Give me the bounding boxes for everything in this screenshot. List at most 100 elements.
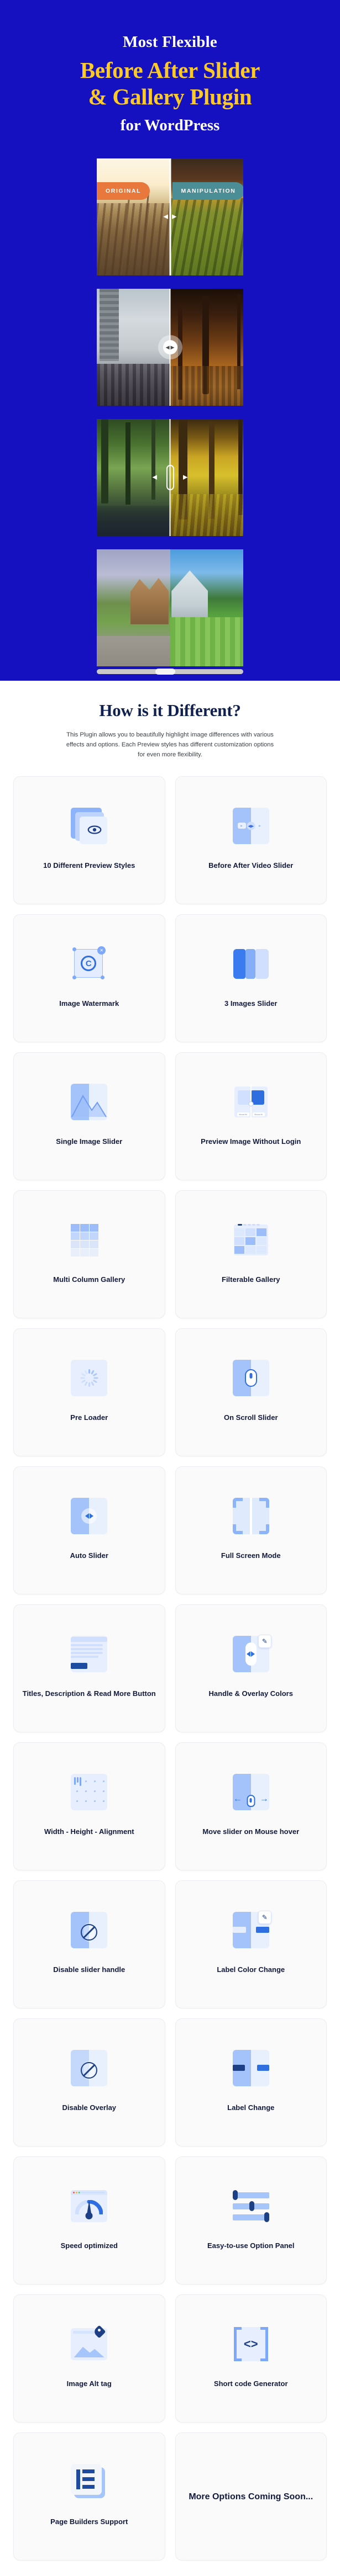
handle-color-picker-icon: ✎ <box>232 1635 271 1673</box>
hero-line-4: for WordPress <box>120 116 220 135</box>
slider-scrollbar[interactable] <box>97 669 243 675</box>
feature-label: Titles, Description & Read More Button <box>22 1689 156 1698</box>
before-image <box>97 549 170 667</box>
feature-label: Pre Loader <box>70 1413 108 1422</box>
slider-demo-forest[interactable]: ◀ ▶ <box>97 419 243 537</box>
after-image <box>170 549 243 667</box>
feature-card-option-panel[interactable]: Easy-to-use Option Panel <box>175 2156 327 2285</box>
hero-section: Most Flexible Before After Slider & Gall… <box>0 0 340 681</box>
feature-card-disable-overlay[interactable]: Disable Overlay <box>13 2018 165 2147</box>
feature-card-auto-slider[interactable]: Auto Slider <box>13 1466 165 1595</box>
slider-demo-railway[interactable]: ◀ ▶ ORIGINAL MANIPULATION <box>97 158 243 276</box>
feature-label: Before After Video Slider <box>208 861 294 870</box>
feature-card-coming-soon[interactable]: More Options Coming Soon... <box>175 2432 327 2561</box>
eyedropper-icon: ✎ <box>258 1911 271 1925</box>
mountain-image-icon <box>71 1084 108 1121</box>
section-heading: How is it Different? <box>99 701 241 720</box>
slider-image-house[interactable] <box>97 549 243 667</box>
code-brackets-icon: <> <box>233 2326 269 2362</box>
feature-label: On Scroll Slider <box>223 1413 278 1422</box>
feature-card-three-images[interactable]: 3 Images Slider <box>175 914 327 1043</box>
filter-grid-icon <box>233 1222 269 1258</box>
video-slider-icon: ◀▶ <box>232 808 269 845</box>
feature-card-preview-styles[interactable]: 10 Different Preview Styles <box>13 776 165 905</box>
feature-label: More Options Coming Soon... <box>189 2492 313 2501</box>
feature-card-image-alt-tag[interactable]: Image Alt tag <box>13 2294 165 2423</box>
slider-handle-circle[interactable]: ◀ ▶ <box>158 335 182 360</box>
feature-card-shortcode-generator[interactable]: <> Short code Generator <box>175 2294 327 2423</box>
feature-label: Preview Image Without Login <box>201 1137 301 1146</box>
feature-label: Auto Slider <box>70 1551 108 1560</box>
feature-card-watermark[interactable]: ✕ C Image Watermark <box>13 914 165 1043</box>
feature-card-page-builders[interactable]: Page Builders Support <box>13 2432 165 2561</box>
slider-demo-house[interactable] <box>97 549 243 675</box>
disabled-handle-icon <box>71 1912 108 1949</box>
feature-card-preview-no-login[interactable]: Mouse fle Mouse fle Preview Image Withou… <box>175 1052 327 1181</box>
feature-card-video-slider[interactable]: ◀▶ Before After Video Slider <box>175 776 327 905</box>
fullscreen-corners-icon <box>232 1498 269 1535</box>
feature-card-grid: 10 Different Preview Styles ◀▶ Before Af… <box>0 764 340 2576</box>
feature-card-titles-description[interactable]: Titles, Description & Read More Button <box>13 1604 165 1733</box>
grid-columns-icon <box>71 1222 107 1258</box>
how-is-it-different-section: How is it Different? This Plugin allows … <box>0 681 340 765</box>
feature-label: Full Screen Mode <box>221 1551 281 1560</box>
feature-card-on-scroll[interactable]: On Scroll Slider <box>175 1328 327 1457</box>
feature-card-single-image[interactable]: Single Image Slider <box>13 1052 165 1181</box>
label-before: ORIGINAL <box>97 182 150 200</box>
hero-slider-gallery: ◀ ▶ ORIGINAL MANIPULATION ◀ ▶ ◀ ▶ <box>0 158 340 675</box>
feature-card-disable-handle[interactable]: Disable slider handle <box>13 1880 165 2009</box>
feature-label: Image Alt tag <box>66 2379 112 2388</box>
feature-label: Easy-to-use Option Panel <box>207 2241 295 2250</box>
feature-label: Single Image Slider <box>56 1137 123 1146</box>
feature-label: Move slider on Mouse hover <box>202 1827 300 1836</box>
feature-card-speed-optimized[interactable]: Speed optimized <box>13 2156 165 2285</box>
hero-line-2: Before After Slider <box>80 57 260 83</box>
label-swap-icon <box>232 2050 269 2087</box>
spinner-icon <box>71 1360 108 1397</box>
feature-label: Short code Generator <box>213 2379 288 2388</box>
hero-line-3: & Gallery Plugin <box>88 83 252 109</box>
sliders-panel-icon <box>232 2188 269 2224</box>
layered-preview-eye-icon <box>71 808 108 845</box>
slider-image-railway[interactable]: ◀ ▶ ORIGINAL MANIPULATION <box>97 158 243 276</box>
feature-card-preloader[interactable]: Pre Loader <box>13 1328 165 1457</box>
mouse-hover-arrows-icon: ← → <box>232 1774 269 1811</box>
feature-label: Label Color Change <box>217 1965 285 1974</box>
section-description: This Plugin allows you to beautifully hi… <box>66 732 274 759</box>
feature-label: Filterable Gallery <box>222 1275 280 1284</box>
elementor-icon <box>71 2464 107 2500</box>
feature-label: 10 Different Preview Styles <box>43 861 135 870</box>
slider-demo-city[interactable]: ◀ ▶ <box>97 289 243 406</box>
slider-image-city[interactable]: ◀ ▶ <box>97 289 243 406</box>
disabled-overlay-icon <box>71 2050 108 2087</box>
feature-card-filterable[interactable]: Filterable Gallery <box>175 1190 327 1319</box>
feature-label: 3 Images Slider <box>224 999 278 1008</box>
hero-line-1: Most Flexible <box>123 33 217 51</box>
feature-card-label-color-change[interactable]: ✎ Label Color Change <box>175 1880 327 2009</box>
feature-card-handle-overlay-colors[interactable]: ✎ Handle & Overlay Colors <box>175 1604 327 1733</box>
slider-image-forest[interactable]: ◀ ▶ <box>97 419 243 537</box>
eyedropper-icon: ✎ <box>258 1635 271 1649</box>
preview-no-login-icon: Mouse fle Mouse fle <box>233 1084 269 1120</box>
slider-handle-arrows[interactable]: ◀ ▶ <box>164 214 177 220</box>
feature-label: Handle & Overlay Colors <box>208 1689 293 1698</box>
feature-label: Width - Height - Alignment <box>44 1827 134 1836</box>
feature-label: Label Change <box>227 2103 275 2112</box>
feature-label: Disable Overlay <box>62 2103 117 2112</box>
scrollbar-thumb[interactable] <box>155 669 175 675</box>
handle-inner: ◀ ▶ <box>163 340 177 355</box>
feature-card-label-change[interactable]: Label Change <box>175 2018 327 2147</box>
feature-card-width-height-alignment[interactable]: Width - Height - Alignment <box>13 1742 165 1871</box>
before-image <box>97 158 170 276</box>
slider-handle-arrows[interactable]: ◀ ▶ <box>153 474 188 481</box>
hero-headline-block: Most Flexible Before After Slider & Gall… <box>0 32 340 136</box>
alignment-grid-icon <box>71 1774 108 1811</box>
mouse-scroll-icon <box>232 1360 269 1397</box>
feature-label: Page Builders Support <box>50 2517 128 2526</box>
feature-card-move-on-hover[interactable]: ← → Move slider on Mouse hover <box>175 1742 327 1871</box>
label-color-picker-icon: ✎ <box>232 1911 271 1949</box>
feature-label: Disable slider handle <box>53 1965 125 1974</box>
text-lines-button-icon <box>71 1636 108 1673</box>
feature-card-multi-column[interactable]: Multi Column Gallery <box>13 1190 165 1319</box>
feature-card-fullscreen[interactable]: Full Screen Mode <box>175 1466 327 1595</box>
